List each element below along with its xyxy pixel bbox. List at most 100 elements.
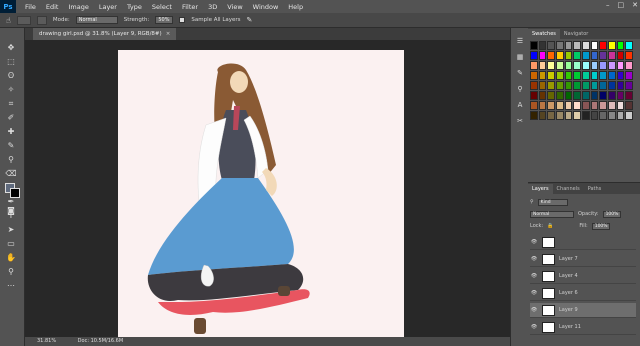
color-swatch[interactable] (625, 41, 634, 50)
color-swatch[interactable] (530, 111, 538, 120)
color-swatch[interactable] (547, 101, 556, 110)
brush-tool-icon[interactable]: ✎ (4, 140, 18, 151)
color-swatch[interactable] (538, 81, 547, 90)
mode-select[interactable]: Normal (75, 16, 118, 24)
blend-mode-select[interactable]: Normal (530, 211, 574, 218)
color-swatch[interactable] (608, 51, 616, 60)
strength-input[interactable]: 50% (155, 16, 174, 24)
color-swatch[interactable] (538, 91, 547, 100)
eraser-tool-icon[interactable]: ⌫ (4, 168, 18, 179)
visibility-eye-icon[interactable]: 👁 (530, 307, 538, 313)
color-swatch[interactable] (582, 61, 590, 70)
color-swatch[interactable] (590, 71, 599, 80)
color-swatch[interactable] (530, 51, 538, 60)
quick-mask-icon[interactable]: ◙ (4, 205, 18, 216)
color-swatch[interactable] (608, 41, 616, 50)
opacity-input[interactable]: 100% (602, 211, 621, 218)
photoshop-logo-icon[interactable]: Ps (0, 0, 16, 13)
color-swatch[interactable] (616, 91, 625, 100)
color-swatch[interactable] (608, 101, 616, 110)
color-swatch[interactable] (599, 61, 608, 70)
kind-select[interactable]: Kind (537, 199, 568, 206)
color-swatch[interactable] (530, 101, 538, 110)
color-swatch[interactable] (547, 91, 556, 100)
tab-channels[interactable]: Channels (553, 184, 584, 194)
color-swatch[interactable] (625, 101, 634, 110)
zoom-level[interactable]: 31.81% (37, 338, 56, 344)
menu-image[interactable]: Image (63, 3, 93, 11)
color-swatch[interactable] (538, 41, 547, 50)
color-swatch[interactable] (608, 111, 616, 120)
path-selection-tool-icon[interactable]: ➤ (4, 224, 18, 235)
color-swatch[interactable] (547, 111, 556, 120)
canvas-area[interactable] (25, 40, 510, 337)
color-swatch[interactable] (590, 101, 599, 110)
crop-tool-icon[interactable]: ⌗ (4, 98, 18, 109)
visibility-eye-icon[interactable]: 👁 (530, 290, 538, 296)
color-swatch[interactable] (582, 51, 590, 60)
color-swatch[interactable] (556, 81, 564, 90)
move-tool-icon[interactable]: ✥ (4, 42, 18, 53)
color-swatch[interactable] (608, 71, 616, 80)
menu-file[interactable]: File (20, 3, 41, 11)
color-swatch[interactable] (530, 71, 538, 80)
color-swatch[interactable] (582, 81, 590, 90)
fill-input[interactable]: 100% (591, 223, 610, 230)
color-swatch[interactable] (538, 51, 547, 60)
color-swatch[interactable] (573, 51, 582, 60)
color-swatch[interactable] (556, 71, 564, 80)
sample-all-layers-checkbox[interactable] (179, 17, 186, 23)
document-canvas[interactable] (118, 50, 404, 337)
maximize-button[interactable]: □ (618, 1, 625, 9)
color-swatch[interactable] (573, 91, 582, 100)
color-swatch[interactable] (590, 81, 599, 90)
brush-panel-toggle-icon[interactable] (36, 15, 47, 25)
minimize-button[interactable]: – (606, 1, 610, 9)
hand-tool-icon[interactable]: ✋ (4, 252, 18, 263)
healing-brush-tool-icon[interactable]: ✚ (4, 126, 18, 137)
menu-window[interactable]: Window (248, 3, 284, 11)
lasso-tool-icon[interactable]: ʘ (4, 70, 18, 81)
layer-row[interactable]: 👁 Layer 7 (530, 252, 636, 267)
tab-navigator[interactable]: Navigator (560, 29, 592, 39)
color-swatch[interactable] (556, 61, 564, 70)
more-tools-icon[interactable]: … (4, 278, 18, 289)
rectangle-tool-icon[interactable]: ▭ (4, 238, 18, 249)
color-swatch[interactable] (564, 41, 573, 50)
properties-panel-icon[interactable]: ▦ (514, 52, 526, 62)
layer-row[interactable]: 👁 Layer 6 (530, 286, 636, 301)
menu-help[interactable]: Help (283, 3, 308, 11)
color-swatch[interactable] (556, 41, 564, 50)
menu-select[interactable]: Select (147, 3, 177, 11)
visibility-eye-icon[interactable]: 👁 (530, 256, 538, 262)
color-swatch[interactable] (582, 101, 590, 110)
color-swatch[interactable] (564, 61, 573, 70)
tab-swatches[interactable]: Swatches (528, 29, 560, 39)
color-swatch[interactable] (556, 111, 564, 120)
visibility-eye-icon[interactable]: 👁 (530, 324, 538, 330)
layer-row[interactable]: 👁 Layer 4 (530, 269, 636, 284)
color-swatch[interactable] (538, 101, 547, 110)
menu-edit[interactable]: Edit (41, 3, 64, 11)
color-swatch[interactable] (564, 111, 573, 120)
menu-filter[interactable]: Filter (177, 3, 203, 11)
tools-preset-icon[interactable]: ✂ (514, 116, 526, 126)
color-swatch[interactable] (538, 61, 547, 70)
color-swatch[interactable] (616, 81, 625, 90)
color-swatch[interactable] (590, 41, 599, 50)
color-swatch[interactable] (625, 61, 634, 70)
color-swatch[interactable] (530, 91, 538, 100)
menu-type[interactable]: Type (122, 3, 147, 11)
color-swatch[interactable] (547, 51, 556, 60)
color-swatch[interactable] (538, 111, 547, 120)
clone-source-panel-icon[interactable]: ⚲ (514, 84, 526, 94)
visibility-eye-icon[interactable]: 👁 (530, 273, 538, 279)
color-swatch[interactable] (556, 101, 564, 110)
color-swatch[interactable] (582, 111, 590, 120)
history-panel-icon[interactable]: ☰ (514, 36, 526, 46)
color-swatch[interactable] (599, 91, 608, 100)
color-swatch[interactable] (530, 41, 538, 50)
menu-layer[interactable]: Layer (94, 3, 122, 11)
color-swatch[interactable] (564, 51, 573, 60)
color-swatch[interactable] (564, 81, 573, 90)
